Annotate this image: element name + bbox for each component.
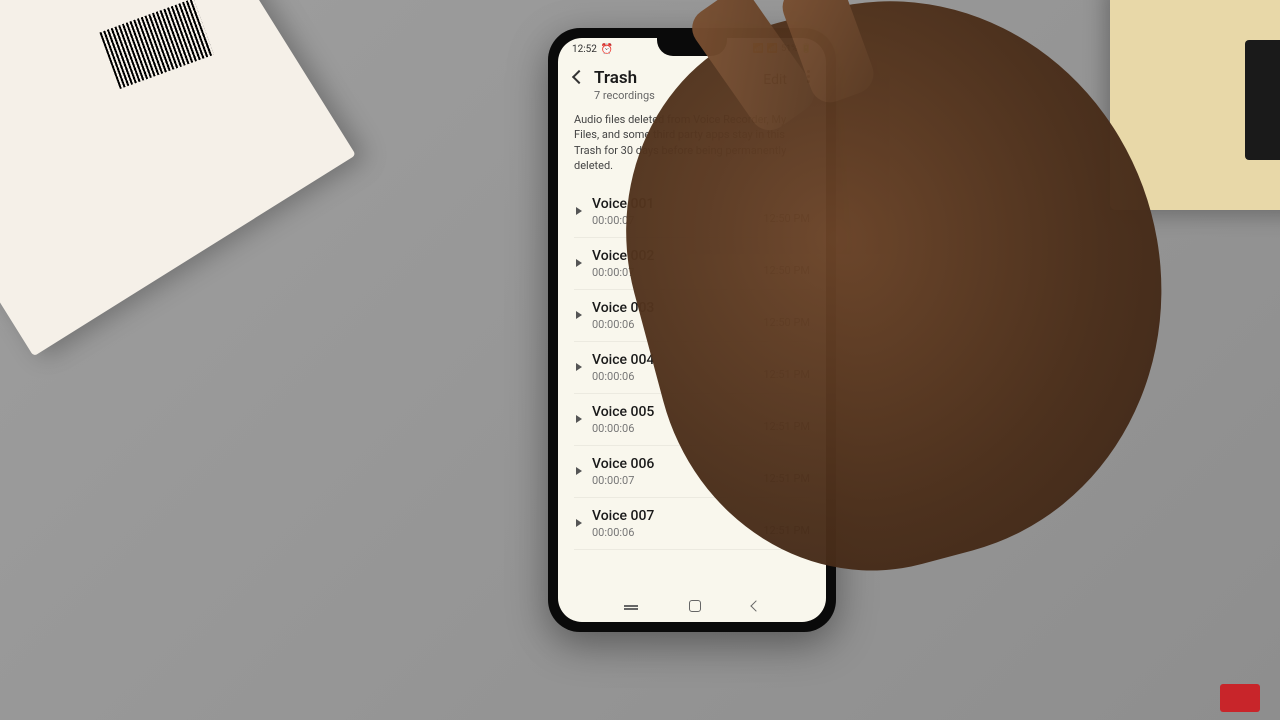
nav-recents-button[interactable] (624, 605, 638, 607)
play-icon[interactable] (576, 207, 582, 215)
play-icon[interactable] (576, 519, 582, 527)
back-button[interactable] (572, 70, 586, 84)
play-icon[interactable] (576, 415, 582, 423)
play-icon[interactable] (576, 311, 582, 319)
alarm-icon: ⏰ (601, 44, 613, 55)
nav-home-button[interactable] (689, 600, 701, 612)
watermark-icon (1220, 684, 1260, 712)
nav-back-button[interactable] (751, 600, 762, 611)
play-icon[interactable] (576, 259, 582, 267)
status-time: 12:52 (572, 44, 597, 55)
play-icon[interactable] (576, 363, 582, 371)
item-duration: 00:00:06 (592, 526, 753, 539)
clamp-hardware (1245, 40, 1280, 160)
nav-bar (558, 590, 826, 622)
barcode-icon (99, 0, 213, 89)
play-icon[interactable] (576, 467, 582, 475)
